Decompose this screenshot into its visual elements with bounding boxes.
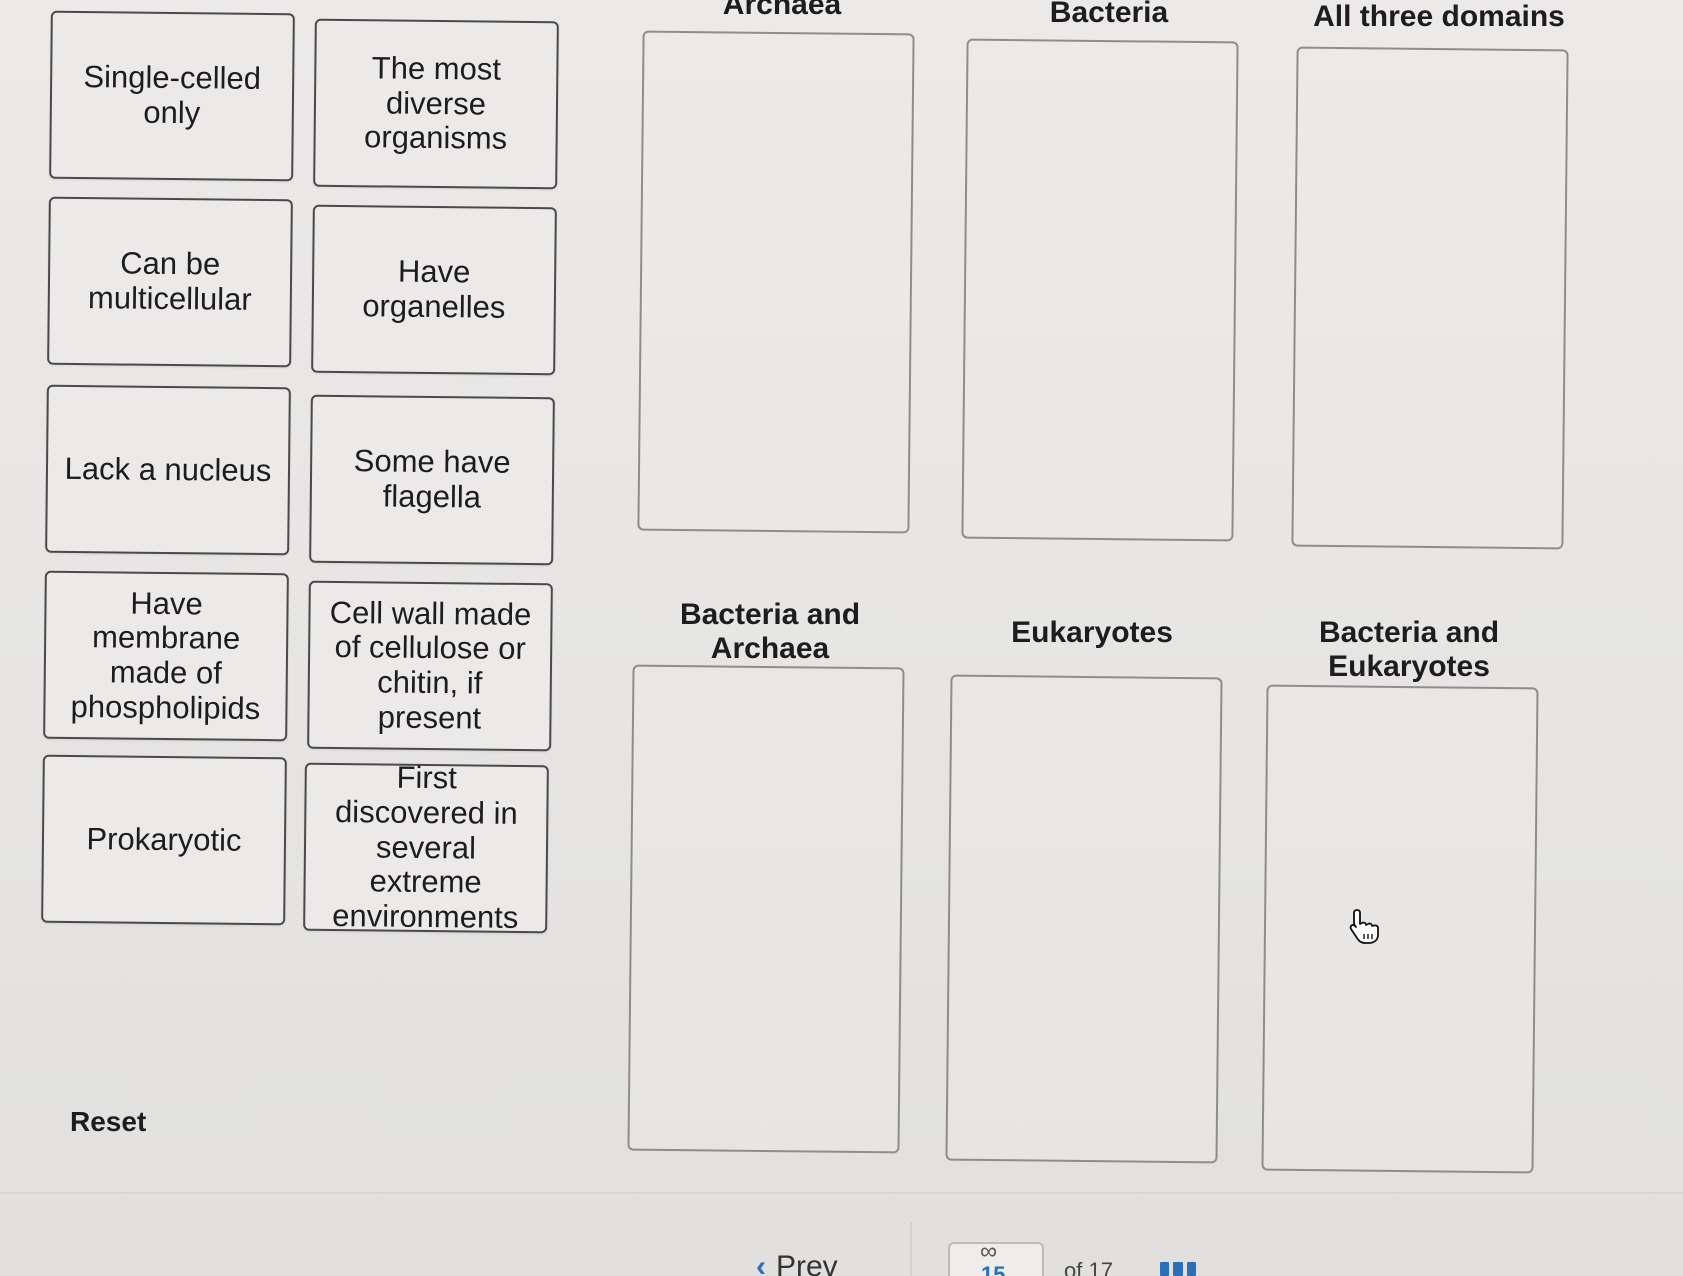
dropzone-bacteria[interactable] [961, 38, 1239, 542]
dropzone-eukaryotes[interactable] [945, 674, 1223, 1164]
page-number: 15 [981, 1262, 1006, 1276]
card-first-discovered-extreme[interactable]: First discovered in several extreme envi… [303, 760, 549, 935]
chevron-left-icon: ‹ [756, 1250, 766, 1276]
card-most-diverse-organisms[interactable]: The most diverse organisms [313, 18, 559, 190]
card-some-have-flagella[interactable]: Some have flagella [309, 394, 555, 566]
page-total: of 17 [1064, 1258, 1113, 1276]
zone-label-bacteria-and-archaea: Bacteria and Archaea [679, 598, 861, 665]
card-have-organelles[interactable]: Have organelles [311, 204, 557, 376]
zone-label-all-three-domains: All three domains [1313, 0, 1565, 33]
zone-label-bacteria: Bacteria [1049, 0, 1169, 29]
prev-button[interactable]: ‹ Prev [756, 1250, 838, 1276]
hand-pointer-icon [1349, 909, 1379, 944]
reset-button[interactable]: Reset [70, 1106, 146, 1138]
card-cell-wall-cellulose-chitin[interactable]: Cell wall made of cellulose or chitin, i… [307, 580, 553, 752]
prev-label: Prev [776, 1250, 838, 1276]
card-membrane-phospholipids[interactable]: Have membrane made of phospholipids [43, 570, 289, 742]
dropzone-bacteria-and-eukaryotes[interactable] [1261, 684, 1539, 1174]
nav-separator [910, 1222, 912, 1276]
drag-drop-activity: Single-celled only The most diverse orga… [0, 0, 1683, 1276]
zone-label-archaea: Archaea [722, 0, 842, 21]
zone-label-bacteria-and-eukaryotes: Bacteria and Eukaryotes [1318, 616, 1500, 683]
card-can-be-multicellular[interactable]: Can be multicellular [47, 196, 293, 368]
dropzone-archaea[interactable] [637, 30, 915, 534]
grid-icon[interactable] [1160, 1262, 1196, 1276]
footer-divider [0, 1192, 1683, 1194]
zone-label-eukaryotes: Eukaryotes [1011, 616, 1173, 649]
card-lack-a-nucleus[interactable]: Lack a nucleus [45, 384, 291, 556]
dropzone-all-three-domains[interactable] [1291, 46, 1569, 550]
card-single-celled-only[interactable]: Single-celled only [49, 10, 295, 182]
card-prokaryotic[interactable]: Prokaryotic [41, 754, 287, 926]
dropzone-bacteria-and-archaea[interactable] [627, 664, 905, 1154]
